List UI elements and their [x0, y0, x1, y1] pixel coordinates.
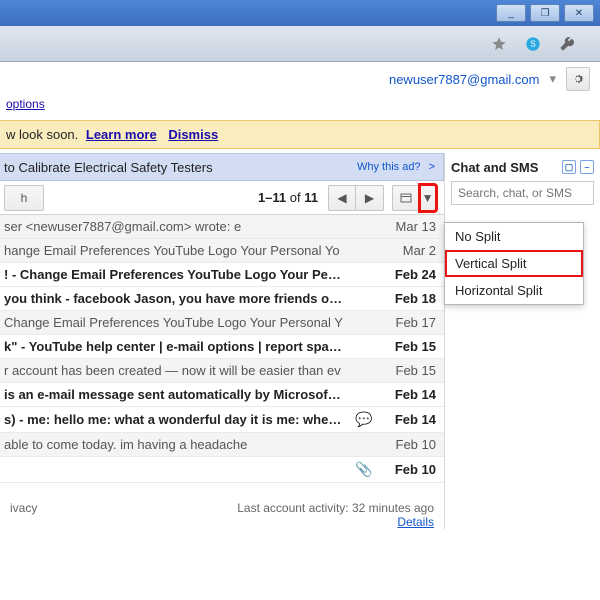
message-snippet: r account has been created — now it will…	[4, 363, 354, 378]
notice-text: w look soon.	[6, 127, 78, 142]
minimize-icon: _	[508, 8, 514, 19]
message-date: Mar 13	[374, 219, 436, 234]
message-date: Feb 15	[374, 363, 436, 378]
chat-panel-title: Chat and SMS	[451, 160, 538, 175]
account-dropdown-icon[interactable]: ▾	[549, 71, 556, 87]
message-row[interactable]: s) - me: hello me: what a wonderful day …	[0, 407, 444, 433]
chat-search-input[interactable]	[451, 181, 594, 205]
window-minimize-button[interactable]: _	[496, 4, 526, 22]
settings-gear-button[interactable]	[566, 67, 590, 91]
footer-details-link[interactable]: Details	[397, 515, 434, 529]
options-row: options	[0, 96, 600, 116]
message-date: Feb 17	[374, 315, 436, 330]
ad-next-icon[interactable]: >	[429, 161, 435, 173]
message-date: Feb 14	[374, 412, 436, 427]
pager-prev-button[interactable]: ◀	[328, 185, 356, 211]
message-list: ser <newuser7887@gmail.com> wrote: e Mar …	[0, 215, 444, 483]
gear-icon	[571, 72, 585, 86]
split-view-button-group: ▼	[392, 185, 436, 211]
message-date: Feb 10	[374, 462, 436, 477]
split-view-icon	[399, 192, 413, 204]
message-row[interactable]: r account has been created — now it will…	[0, 359, 444, 383]
message-date: Mar 2	[374, 243, 436, 258]
web-clip-ad: to Calibrate Electrical Safety Testers W…	[0, 153, 444, 181]
ad-text[interactable]: to Calibrate Electrical Safety Testers	[4, 160, 357, 175]
message-count: 1–11 of 11	[258, 190, 318, 205]
refresh-label: h	[21, 191, 28, 205]
caret-down-icon: ▼	[422, 191, 434, 205]
footer: ivacy Last account activity: 32 minutes …	[0, 501, 444, 529]
window-close-button[interactable]: ✕	[564, 4, 594, 22]
split-view-dropdown-button[interactable]: ▼	[420, 185, 436, 211]
message-row[interactable]: able to come today. im having a headache…	[0, 433, 444, 457]
refresh-button[interactable]: h	[4, 185, 44, 211]
message-snippet	[4, 462, 354, 477]
chat-bubble-icon: 💬	[354, 411, 374, 428]
bookmark-star-icon[interactable]	[490, 35, 508, 53]
message-row[interactable]: you think - facebook Jason, you have mor…	[0, 287, 444, 311]
chevron-right-icon: ▶	[365, 191, 374, 205]
close-icon: ✕	[575, 8, 583, 19]
message-snippet: k" - YouTube help center | e-mail option…	[4, 339, 354, 354]
why-this-ad-link[interactable]: Why this ad?	[357, 161, 421, 173]
window-maximize-button[interactable]: ❐	[530, 4, 560, 22]
wrench-icon[interactable]	[558, 35, 576, 53]
account-email-link[interactable]: newuser7887@gmail.com	[389, 72, 540, 87]
footer-privacy-link[interactable]: ivacy	[10, 501, 37, 515]
message-snippet: Change Email Preferences YouTube Logo Yo…	[4, 315, 354, 330]
chat-minimize-button[interactable]: –	[580, 160, 594, 174]
message-row[interactable]: ser <newuser7887@gmail.com> wrote: e Mar …	[0, 215, 444, 239]
pager: ◀ ▶	[328, 185, 384, 211]
pager-next-button[interactable]: ▶	[356, 185, 384, 211]
footer-activity: Last account activity: 32 minutes ago	[237, 501, 434, 515]
chat-panel: Chat and SMS ▢ –	[444, 153, 600, 529]
message-snippet: s) - me: hello me: what a wonderful day …	[4, 412, 354, 427]
message-snippet: hange Email Preferences YouTube Logo You…	[4, 243, 354, 258]
split-menu-item-no-split[interactable]: No Split	[445, 223, 583, 250]
notice-dismiss-link[interactable]: Dismiss	[168, 127, 218, 142]
message-date: Feb 15	[374, 339, 436, 354]
message-snippet: ser <newuser7887@gmail.com> wrote: e	[4, 219, 354, 234]
split-menu-item-horizontal-split[interactable]: Horizontal Split	[445, 277, 583, 304]
message-date: Feb 10	[374, 437, 436, 452]
new-look-notice: w look soon. Learn more Dismiss	[0, 120, 600, 149]
chevron-left-icon: ◀	[337, 191, 346, 205]
browser-toolbar: S	[0, 26, 600, 62]
message-date: Feb 18	[374, 291, 436, 306]
message-row[interactable]: hange Email Preferences YouTube Logo You…	[0, 239, 444, 263]
message-row[interactable]: ! - Change Email Preferences YouTube Log…	[0, 263, 444, 287]
window-titlebar: _ ❐ ✕	[0, 0, 600, 26]
message-date: Feb 24	[374, 267, 436, 282]
message-row[interactable]: is an e-mail message sent automatically …	[0, 383, 444, 407]
account-bar: newuser7887@gmail.com ▾	[0, 62, 600, 96]
paperclip-icon: 📎	[354, 461, 374, 478]
message-snippet: you think - facebook Jason, you have mor…	[4, 291, 354, 306]
message-date: Feb 14	[374, 387, 436, 402]
notice-learn-more-link[interactable]: Learn more	[86, 127, 157, 142]
split-view-button[interactable]	[392, 185, 420, 211]
message-row[interactable]: k" - YouTube help center | e-mail option…	[0, 335, 444, 359]
chat-popout-button[interactable]: ▢	[562, 160, 576, 174]
message-row[interactable]: Change Email Preferences YouTube Logo Yo…	[0, 311, 444, 335]
message-snippet: ! - Change Email Preferences YouTube Log…	[4, 267, 354, 282]
split-menu-item-vertical-split[interactable]: Vertical Split	[445, 250, 583, 277]
message-snippet: able to come today. im having a headache	[4, 437, 354, 452]
message-snippet: is an e-mail message sent automatically …	[4, 387, 354, 402]
svg-text:S: S	[530, 39, 535, 48]
maximize-icon: ❐	[541, 8, 550, 19]
options-link[interactable]: options	[6, 97, 45, 111]
split-view-menu: No SplitVertical SplitHorizontal Split	[444, 222, 584, 305]
mail-toolbar: h 1–11 of 11 ◀ ▶ ▼	[0, 181, 444, 215]
skype-icon[interactable]: S	[524, 35, 542, 53]
message-row[interactable]: 📎Feb 10	[0, 457, 444, 483]
